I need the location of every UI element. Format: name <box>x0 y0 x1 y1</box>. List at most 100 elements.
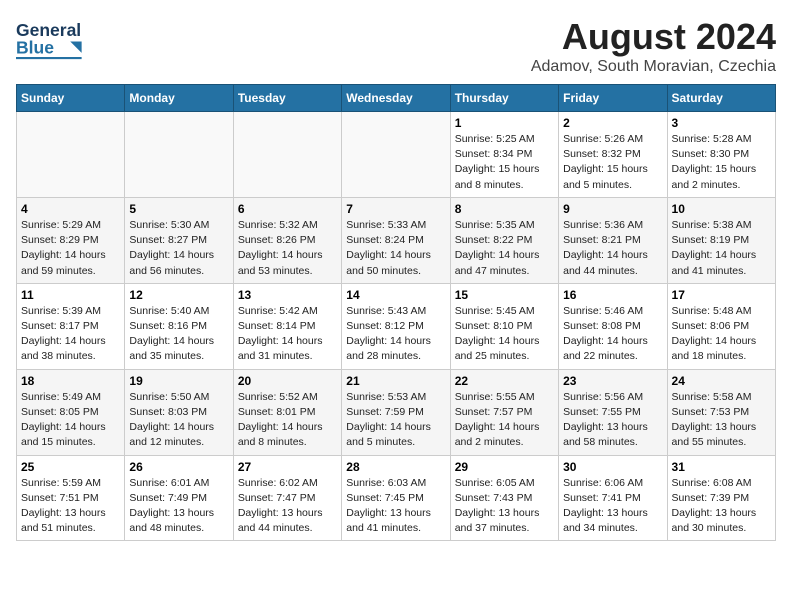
day-cell: 14Sunrise: 5:43 AMSunset: 8:12 PMDayligh… <box>342 283 450 369</box>
day-number: 13 <box>238 288 337 302</box>
day-number: 24 <box>672 374 771 388</box>
day-info: Sunrise: 5:28 AMSunset: 8:30 PMDaylight:… <box>672 132 771 193</box>
day-info: Sunrise: 6:01 AMSunset: 7:49 PMDaylight:… <box>129 476 228 537</box>
day-info: Sunrise: 5:36 AMSunset: 8:21 PMDaylight:… <box>563 218 662 279</box>
day-info: Sunrise: 5:25 AMSunset: 8:34 PMDaylight:… <box>455 132 554 193</box>
day-info: Sunrise: 5:50 AMSunset: 8:03 PMDaylight:… <box>129 390 228 451</box>
page-subtitle: Adamov, South Moravian, Czechia <box>531 58 776 76</box>
day-info: Sunrise: 5:43 AMSunset: 8:12 PMDaylight:… <box>346 304 445 365</box>
day-info: Sunrise: 5:53 AMSunset: 7:59 PMDaylight:… <box>346 390 445 451</box>
day-info: Sunrise: 5:59 AMSunset: 7:51 PMDaylight:… <box>21 476 120 537</box>
day-cell: 17 Sunrise: 5:48 AMSunset: 8:06 PMDayligh… <box>667 283 775 369</box>
day-number: 26 <box>129 460 228 474</box>
page-header: General Blue August 2024 Adamov, South M… <box>16 16 776 76</box>
day-info: Sunrise: 6:08 AMSunset: 7:39 PMDaylight:… <box>672 476 771 537</box>
day-cell: 1 Sunrise: 5:25 AMSunset: 8:34 PMDaylight… <box>450 112 558 198</box>
day-cell <box>17 112 125 198</box>
day-number: 5 <box>129 202 228 216</box>
col-header-monday: Monday <box>125 85 233 112</box>
day-info: Sunrise: 5:42 AMSunset: 8:14 PMDaylight:… <box>238 304 337 365</box>
col-header-friday: Friday <box>559 85 667 112</box>
day-info: Sunrise: 5:32 AMSunset: 8:26 PMDaylight:… <box>238 218 337 279</box>
day-cell: 8Sunrise: 5:35 AMSunset: 8:22 PMDaylight… <box>450 197 558 283</box>
day-cell: 15Sunrise: 5:45 AMSunset: 8:10 PMDayligh… <box>450 283 558 369</box>
day-cell: 13 Sunrise: 5:42 AMSunset: 8:14 PMDayligh… <box>233 283 341 369</box>
day-cell: 2 Sunrise: 5:26 AMSunset: 8:32 PMDaylight… <box>559 112 667 198</box>
day-info: Sunrise: 5:58 AMSunset: 7:53 PMDaylight:… <box>672 390 771 451</box>
day-cell: 23 Sunrise: 5:56 AMSunset: 7:55 PMDayligh… <box>559 369 667 455</box>
day-number: 22 <box>455 374 554 388</box>
day-cell: 4 Sunrise: 5:29 AMSunset: 8:29 PMDaylight… <box>17 197 125 283</box>
day-cell: 31 Sunrise: 6:08 AMSunset: 7:39 PMDayligh… <box>667 455 775 541</box>
logo: General Blue <box>16 16 86 66</box>
day-cell: 5 Sunrise: 5:30 AMSunset: 8:27 PMDaylight… <box>125 197 233 283</box>
page-title: August 2024 <box>531 16 776 58</box>
day-info: Sunrise: 5:52 AMSunset: 8:01 PMDaylight:… <box>238 390 337 451</box>
day-number: 3 <box>672 116 771 130</box>
day-number: 25 <box>21 460 120 474</box>
day-cell: 27Sunrise: 6:02 AMSunset: 7:47 PMDayligh… <box>233 455 341 541</box>
day-number: 21 <box>346 374 445 388</box>
day-number: 9 <box>563 202 662 216</box>
day-info: Sunrise: 5:38 AMSunset: 8:19 PMDaylight:… <box>672 218 771 279</box>
day-cell: 7Sunrise: 5:33 AMSunset: 8:24 PMDaylight… <box>342 197 450 283</box>
day-number: 18 <box>21 374 120 388</box>
day-cell: 22 Sunrise: 5:55 AMSunset: 7:57 PMDayligh… <box>450 369 558 455</box>
week-row-5: 25 Sunrise: 5:59 AMSunset: 7:51 PMDayligh… <box>17 455 776 541</box>
day-number: 1 <box>455 116 554 130</box>
day-number: 16 <box>563 288 662 302</box>
day-info: Sunrise: 5:30 AMSunset: 8:27 PMDaylight:… <box>129 218 228 279</box>
day-number: 6 <box>238 202 337 216</box>
day-number: 8 <box>455 202 554 216</box>
col-header-wednesday: Wednesday <box>342 85 450 112</box>
day-info: Sunrise: 6:03 AMSunset: 7:45 PMDaylight:… <box>346 476 445 537</box>
day-cell: 6 Sunrise: 5:32 AMSunset: 8:26 PMDaylight… <box>233 197 341 283</box>
day-cell <box>233 112 341 198</box>
day-info: Sunrise: 5:29 AMSunset: 8:29 PMDaylight:… <box>21 218 120 279</box>
day-info: Sunrise: 5:48 AMSunset: 8:06 PMDaylight:… <box>672 304 771 365</box>
logo-svg: General Blue <box>16 16 86 66</box>
day-number: 23 <box>563 374 662 388</box>
day-number: 11 <box>21 288 120 302</box>
day-info: Sunrise: 5:26 AMSunset: 8:32 PMDaylight:… <box>563 132 662 193</box>
day-cell: 30Sunrise: 6:06 AMSunset: 7:41 PMDayligh… <box>559 455 667 541</box>
week-row-3: 11 Sunrise: 5:39 AMSunset: 8:17 PMDayligh… <box>17 283 776 369</box>
day-info: Sunrise: 5:39 AMSunset: 8:17 PMDaylight:… <box>21 304 120 365</box>
col-header-thursday: Thursday <box>450 85 558 112</box>
day-info: Sunrise: 6:02 AMSunset: 7:47 PMDaylight:… <box>238 476 337 537</box>
day-cell: 12 Sunrise: 5:40 AMSunset: 8:16 PMDayligh… <box>125 283 233 369</box>
day-cell: 9 Sunrise: 5:36 AMSunset: 8:21 PMDaylight… <box>559 197 667 283</box>
day-info: Sunrise: 6:06 AMSunset: 7:41 PMDaylight:… <box>563 476 662 537</box>
day-cell: 21 Sunrise: 5:53 AMSunset: 7:59 PMDayligh… <box>342 369 450 455</box>
day-number: 20 <box>238 374 337 388</box>
day-info: Sunrise: 5:56 AMSunset: 7:55 PMDaylight:… <box>563 390 662 451</box>
day-number: 31 <box>672 460 771 474</box>
day-number: 12 <box>129 288 228 302</box>
col-header-tuesday: Tuesday <box>233 85 341 112</box>
week-row-4: 18Sunrise: 5:49 AMSunset: 8:05 PMDayligh… <box>17 369 776 455</box>
svg-text:Blue: Blue <box>16 38 54 58</box>
day-number: 2 <box>563 116 662 130</box>
day-cell: 19Sunrise: 5:50 AMSunset: 8:03 PMDayligh… <box>125 369 233 455</box>
title-block: August 2024 Adamov, South Moravian, Czec… <box>531 16 776 76</box>
day-cell: 24 Sunrise: 5:58 AMSunset: 7:53 PMDayligh… <box>667 369 775 455</box>
day-cell: 16 Sunrise: 5:46 AMSunset: 8:08 PMDayligh… <box>559 283 667 369</box>
day-number: 17 <box>672 288 771 302</box>
header-row: SundayMondayTuesdayWednesdayThursdayFrid… <box>17 85 776 112</box>
day-info: Sunrise: 5:55 AMSunset: 7:57 PMDaylight:… <box>455 390 554 451</box>
day-info: Sunrise: 5:46 AMSunset: 8:08 PMDaylight:… <box>563 304 662 365</box>
day-number: 7 <box>346 202 445 216</box>
day-number: 15 <box>455 288 554 302</box>
col-header-sunday: Sunday <box>17 85 125 112</box>
day-info: Sunrise: 5:40 AMSunset: 8:16 PMDaylight:… <box>129 304 228 365</box>
day-cell: 29Sunrise: 6:05 AMSunset: 7:43 PMDayligh… <box>450 455 558 541</box>
day-cell: 25 Sunrise: 5:59 AMSunset: 7:51 PMDayligh… <box>17 455 125 541</box>
day-cell: 11 Sunrise: 5:39 AMSunset: 8:17 PMDayligh… <box>17 283 125 369</box>
day-number: 4 <box>21 202 120 216</box>
calendar-table: SundayMondayTuesdayWednesdayThursdayFrid… <box>16 84 776 541</box>
week-row-1: 1 Sunrise: 5:25 AMSunset: 8:34 PMDaylight… <box>17 112 776 198</box>
day-number: 10 <box>672 202 771 216</box>
day-number: 28 <box>346 460 445 474</box>
day-cell <box>125 112 233 198</box>
day-cell: 3 Sunrise: 5:28 AMSunset: 8:30 PMDaylight… <box>667 112 775 198</box>
